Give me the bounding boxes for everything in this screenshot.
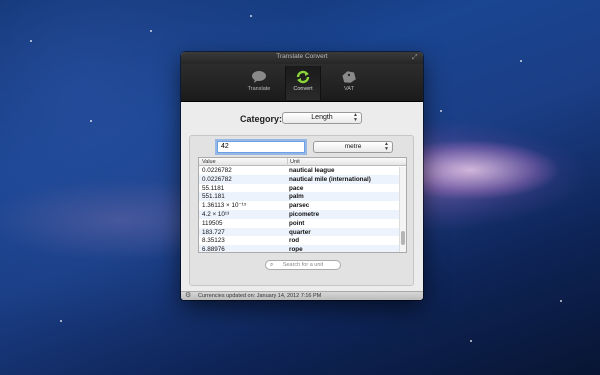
convert-panel: Category: Length ▲ ▼ 42 metre ▲ ▼ Value Un… xyxy=(181,102,423,292)
star xyxy=(60,320,62,322)
title-bar[interactable]: Translate Convert ⤢ xyxy=(181,52,423,64)
table-row[interactable]: 6.88976 rope xyxy=(199,245,399,252)
search-placeholder: Search for a unit xyxy=(282,262,324,268)
star xyxy=(440,110,442,112)
search-input[interactable]: ⌕ Search for a unit xyxy=(265,260,341,270)
cell-unit: nautical mile (international) xyxy=(289,175,371,183)
cell-unit: pace xyxy=(289,184,304,192)
tab-label: VAT xyxy=(344,86,354,92)
tab-vat[interactable]: VAT xyxy=(331,66,367,100)
cell-value: 8.35123 xyxy=(202,237,225,245)
cell-unit: palm xyxy=(289,193,304,201)
cell-unit: rod xyxy=(289,237,300,245)
status-bar: ⚙ Currencies updated on: January 14, 201… xyxy=(181,291,423,300)
cell-value: 0.0226782 xyxy=(202,175,232,183)
cell-unit: point xyxy=(289,219,305,227)
search-icon: ⌕ xyxy=(270,262,274,268)
cell-value: 183.727 xyxy=(202,228,225,236)
category-label: Category: xyxy=(240,114,283,124)
table-body[interactable]: 0.0226782 nautical league 0.0226782 nautica… xyxy=(199,167,406,252)
star xyxy=(560,300,562,302)
star xyxy=(250,15,252,17)
table-row[interactable]: 0.0226782 nautical mile (international) xyxy=(199,174,399,184)
updown-arrows-icon: ▲ ▼ xyxy=(353,112,358,123)
gear-icon[interactable]: ⚙ xyxy=(185,292,191,300)
table-row[interactable]: 0.0226782 nautical league xyxy=(199,167,399,175)
cell-value: 55.1181 xyxy=(202,184,225,192)
cell-value: 1.36113 × 10⁻¹⁵ xyxy=(202,202,247,210)
cell-value: 119505 xyxy=(202,219,223,227)
unit-value: metre xyxy=(344,143,362,150)
value-input[interactable]: 42 xyxy=(217,141,305,153)
table-row[interactable]: 119505 point xyxy=(199,218,399,228)
column-header-value[interactable]: Value xyxy=(202,159,216,165)
cell-value: 0.0226782 xyxy=(202,167,232,174)
cell-value: 4.2 × 10¹³ xyxy=(202,210,230,218)
category-select[interactable]: Length ▲ ▼ xyxy=(282,112,362,124)
table-row[interactable]: 183.727 quarter xyxy=(199,227,399,237)
column-header-unit[interactable]: Unit xyxy=(287,158,300,166)
tab-convert[interactable]: Convert xyxy=(285,66,321,100)
star xyxy=(520,60,522,62)
star xyxy=(150,30,152,32)
fullscreen-icon[interactable]: ⤢ xyxy=(412,54,419,61)
translate-convert-window: Translate Convert ⤢ Translate Convert VA… xyxy=(181,52,423,300)
table-header: Value Unit xyxy=(199,158,406,166)
star xyxy=(30,40,32,42)
results-table: Value Unit 0.0226782 nautical league 0.022… xyxy=(198,157,407,253)
scrollbar-thumb[interactable] xyxy=(401,231,405,245)
category-row: Category: Length ▲ ▼ xyxy=(181,112,423,126)
unit-select[interactable]: metre ▲ ▼ xyxy=(313,141,393,153)
status-text: Currencies updated on: January 14, 2012 … xyxy=(198,293,322,299)
cell-value: 6.88976 xyxy=(202,246,225,252)
cell-value: 551.181 xyxy=(202,193,225,201)
star xyxy=(470,340,472,342)
tab-label: Translate xyxy=(247,86,271,92)
table-row[interactable]: 8.35123 rod xyxy=(199,236,399,246)
table-row[interactable]: 551.181 palm xyxy=(199,192,399,202)
updown-arrows-icon: ▲ ▼ xyxy=(384,141,389,152)
toolbar: Translate Convert VAT xyxy=(181,64,423,102)
window-title: Translate Convert xyxy=(276,53,328,60)
category-value: Length xyxy=(311,114,333,121)
scrollbar[interactable] xyxy=(399,167,406,252)
tab-label: Convert xyxy=(293,86,313,92)
cell-unit: quarter xyxy=(289,228,311,236)
cell-unit: parsec xyxy=(289,202,310,210)
star xyxy=(90,120,92,122)
cell-unit: rope xyxy=(289,246,303,252)
convert-arrows-icon xyxy=(296,70,310,84)
table-row[interactable]: 4.2 × 10¹³ picometre xyxy=(199,209,399,219)
table-row[interactable]: 1.36113 × 10⁻¹⁵ parsec xyxy=(199,201,399,210)
conversion-box: 42 metre ▲ ▼ Value Unit 0.0226782 nautical… xyxy=(189,135,414,286)
tag-icon xyxy=(342,71,356,83)
speech-bubble-icon xyxy=(252,71,266,83)
tab-translate[interactable]: Translate xyxy=(241,66,277,100)
table-row[interactable]: 55.1181 pace xyxy=(199,183,399,193)
cell-unit: picometre xyxy=(289,210,320,218)
cell-unit: nautical league xyxy=(289,167,335,174)
